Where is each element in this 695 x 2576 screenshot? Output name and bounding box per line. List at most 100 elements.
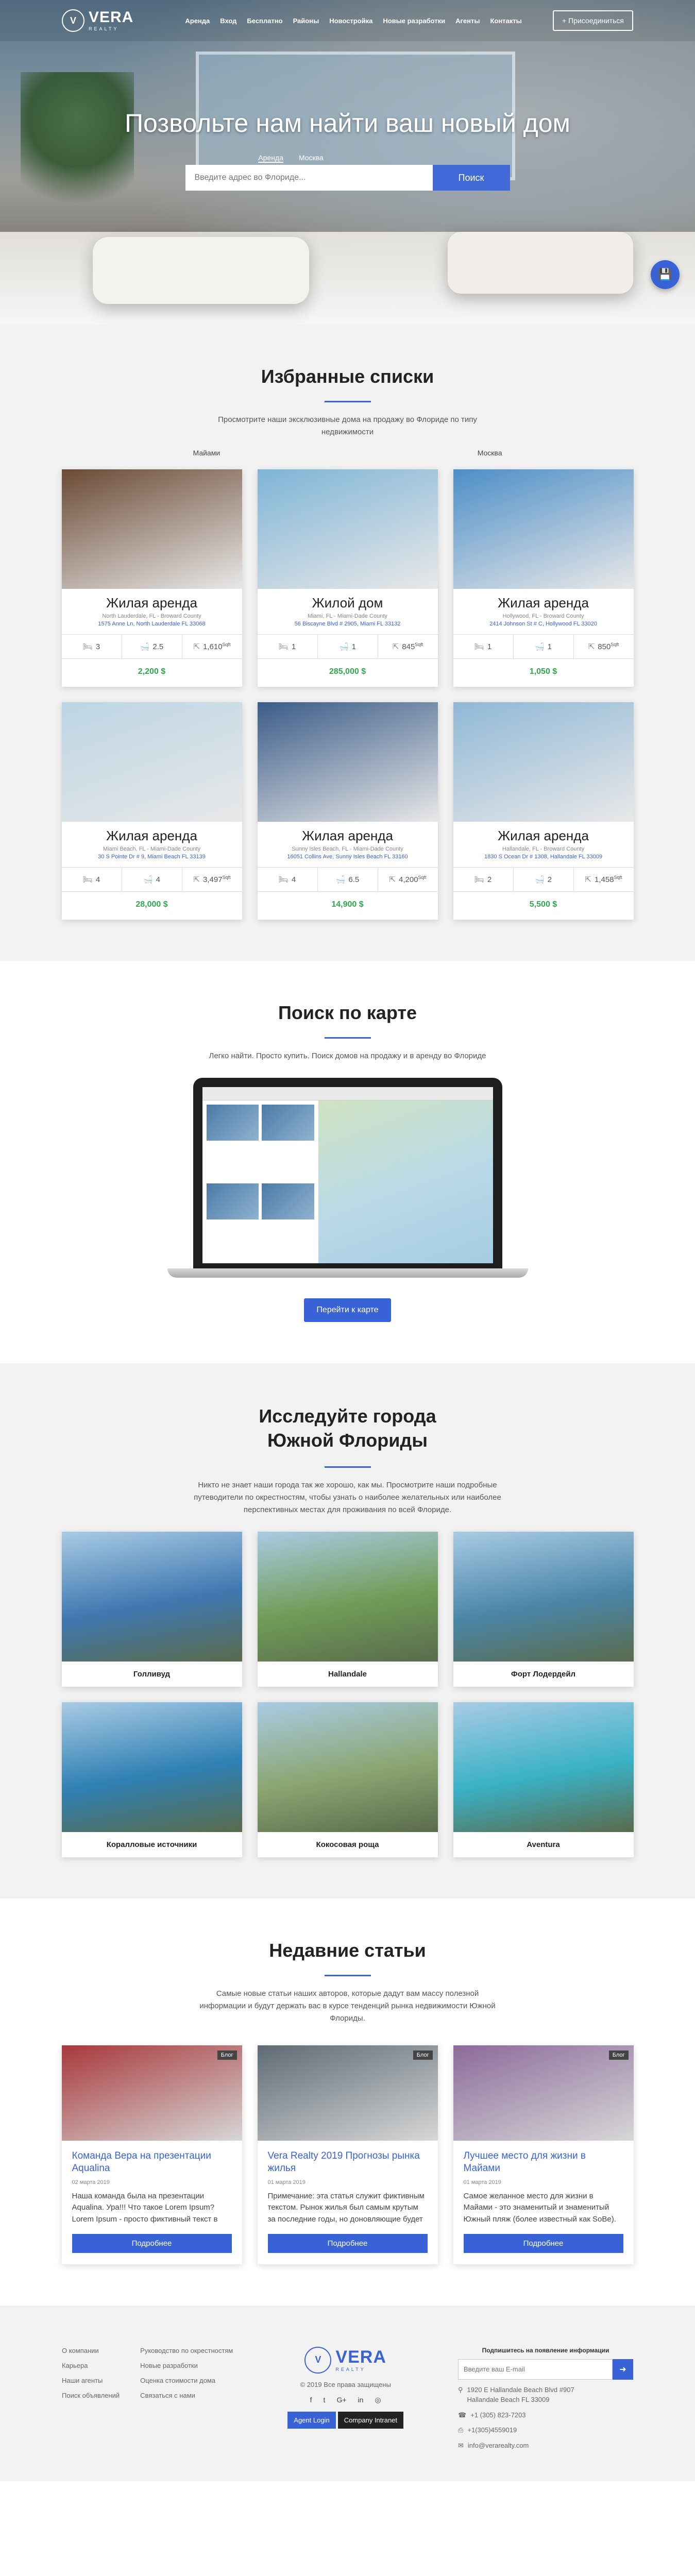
city-card[interactable]: Hallandale	[257, 1531, 438, 1687]
listing-photo[interactable]	[61, 702, 242, 822]
article-photo[interactable]: Блог	[61, 2045, 242, 2141]
listing-title[interactable]: Жилая аренда	[258, 822, 438, 844]
baths: 🛁 2.5	[122, 635, 182, 658]
city-card[interactable]: Кокосовая роща	[257, 1702, 438, 1857]
city-photo[interactable]	[453, 1702, 634, 1832]
city-card[interactable]: Коралловые источники	[61, 1702, 242, 1857]
company-intranet-button[interactable]: Company Intranet	[337, 2411, 404, 2429]
listing-title[interactable]: Жилой дом	[258, 589, 438, 611]
area-unit: Sqft	[418, 875, 427, 880]
listing-title[interactable]: Жилая аренда	[62, 822, 242, 844]
city-photo[interactable]	[257, 1531, 438, 1662]
linkedin-icon[interactable]: in	[358, 2396, 364, 2404]
search-input[interactable]	[185, 165, 433, 191]
listing-address[interactable]: 1830 S Ocean Dr # 1308, Hallandale FL 33…	[453, 854, 634, 860]
listing-card[interactable]: Жилая аренда North Lauderdale, FL - Brow…	[61, 469, 242, 687]
listing-address[interactable]: 1575 Anne Ln, North Lauderdale FL 33068	[62, 621, 242, 627]
listing-address[interactable]: 16051 Collins Ave, Sunny Isles Beach FL …	[258, 854, 438, 860]
section-title: Недавние статьи	[269, 1939, 426, 1961]
facebook-icon[interactable]: f	[310, 2396, 312, 2404]
listing-card[interactable]: Жилая аренда Hollywood, FL - Broward Cou…	[453, 469, 634, 687]
listing-address[interactable]: 2414 Johnson St # C, Hollywood FL 33020	[453, 621, 634, 627]
subscribe-arrow-icon[interactable]: ➜	[613, 2359, 633, 2380]
listing-card[interactable]: Жилая аренда Hallandale, FL - Broward Co…	[453, 702, 634, 920]
city-photo[interactable]	[453, 1531, 634, 1662]
article-title[interactable]: Vera Realty 2019 Прогнозы рынка жилья	[268, 2150, 428, 2175]
social-links: f t G+ in ◎	[310, 2396, 381, 2404]
twitter-icon[interactable]: t	[324, 2396, 326, 2404]
article-card: Блог Лучшее место для жизни в Майами 01 …	[453, 2045, 634, 2264]
listing-tab-miami[interactable]: Майами	[193, 449, 221, 457]
nav-link-contacts[interactable]: Контакты	[490, 17, 521, 25]
email-field[interactable]	[458, 2359, 613, 2380]
nav-link-areas[interactable]: Районы	[293, 17, 319, 25]
city-name[interactable]: Форт Лодердейл	[453, 1662, 634, 1687]
city-name[interactable]: Кокосовая роща	[258, 1832, 438, 1857]
divider	[324, 401, 371, 402]
google-plus-icon[interactable]: G+	[336, 2396, 346, 2404]
city-photo[interactable]	[61, 1531, 242, 1662]
search-button[interactable]: Поиск	[432, 165, 510, 191]
city-name[interactable]: Голливуд	[62, 1662, 242, 1687]
listing-title[interactable]: Жилая аренда	[453, 822, 634, 844]
instagram-icon[interactable]: ◎	[375, 2396, 381, 2404]
listing-address[interactable]: 30 S Pointe Dr # 9, Miami Beach FL 33139	[62, 854, 242, 860]
join-button[interactable]: + Присоединиться	[553, 10, 633, 31]
city-name[interactable]: Aventura	[453, 1832, 634, 1857]
listing-photo[interactable]	[453, 702, 634, 822]
city-card[interactable]: Голливуд	[61, 1531, 242, 1687]
listing-tab-moscow[interactable]: Москва	[478, 449, 502, 457]
city-card[interactable]: Aventura	[453, 1702, 634, 1857]
go-to-map-button[interactable]: Перейти к карте	[304, 1298, 391, 1322]
footer-link[interactable]: Карьера	[62, 2362, 120, 2369]
listing-title[interactable]: Жилая аренда	[453, 589, 634, 611]
search-tab-moscow[interactable]: Москва	[299, 154, 324, 163]
city-card[interactable]: Форт Лодердейл	[453, 1531, 634, 1687]
footer-link[interactable]: Новые разработки	[140, 2362, 233, 2369]
logo[interactable]: V VERA REALTY	[62, 9, 133, 32]
article-photo[interactable]: Блог	[257, 2045, 438, 2141]
listing-photo[interactable]	[61, 469, 242, 589]
read-more-button[interactable]: Подробнее	[267, 2233, 428, 2253]
listing-address[interactable]: 56 Biscayne Blvd # 2905, Miami FL 33132	[258, 621, 438, 627]
article-photo[interactable]: Блог	[453, 2045, 634, 2141]
beds: 🛏 4	[62, 868, 122, 891]
save-icon[interactable]: 💾	[651, 260, 680, 289]
nav-link-new-build[interactable]: Новостройка	[329, 17, 372, 25]
phone-number[interactable]: +1 (305) 823-7203	[470, 2410, 526, 2420]
listing-photo[interactable]	[257, 702, 438, 822]
baths-count: 6.5	[348, 875, 360, 884]
agent-login-button[interactable]: Agent Login	[287, 2411, 336, 2429]
nav-link-new-developments[interactable]: Новые разработки	[383, 17, 445, 25]
nav-link-rent[interactable]: Аренда	[185, 17, 210, 25]
listing-photo[interactable]	[257, 469, 438, 589]
footer-link[interactable]: Оценка стоимости дома	[140, 2377, 233, 2384]
read-more-button[interactable]: Подробнее	[72, 2233, 232, 2253]
nav-link-free[interactable]: Бесплатно	[247, 17, 282, 25]
footer-link[interactable]: Поиск объявлений	[62, 2392, 120, 2399]
nav-link-login[interactable]: Вход	[220, 17, 236, 25]
beds-count: 4	[95, 875, 100, 884]
city-name[interactable]: Коралловые источники	[62, 1832, 242, 1857]
city-photo[interactable]	[61, 1702, 242, 1832]
listing-photo[interactable]	[453, 469, 634, 589]
footer-link[interactable]: Руководство по окрестностям	[140, 2347, 233, 2354]
email-address[interactable]: info@verarealty.com	[468, 2441, 529, 2451]
article-card: Блог Vera Realty 2019 Прогнозы рынка жил…	[257, 2045, 438, 2264]
listing-card[interactable]: Жилой дом Miami, FL - Miami-Dade County …	[257, 469, 438, 687]
footer-link[interactable]: О компании	[62, 2347, 120, 2354]
listing-title[interactable]: Жилая аренда	[62, 589, 242, 611]
search-tab-rent[interactable]: Аренда	[258, 154, 283, 163]
read-more-button[interactable]: Подробнее	[463, 2233, 623, 2253]
city-name[interactable]: Hallandale	[258, 1662, 438, 1687]
listing-card[interactable]: Жилая аренда Sunny Isles Beach, FL - Mia…	[257, 702, 438, 920]
footer-link[interactable]: Связаться с нами	[140, 2392, 233, 2399]
footer-logo[interactable]: V VERA REALTY	[304, 2346, 386, 2374]
article-title[interactable]: Команда Вера на презентации Aqualina	[72, 2150, 232, 2175]
nav-link-agents[interactable]: Агенты	[455, 17, 480, 25]
articles-section: Недавние статьи Самые новые статьи наших…	[0, 1899, 695, 2306]
city-photo[interactable]	[257, 1702, 438, 1832]
footer-link[interactable]: Наши агенты	[62, 2377, 120, 2384]
listing-card[interactable]: Жилая аренда Miami Beach, FL - Miami-Dad…	[61, 702, 242, 920]
article-title[interactable]: Лучшее место для жизни в Майами	[464, 2150, 623, 2175]
